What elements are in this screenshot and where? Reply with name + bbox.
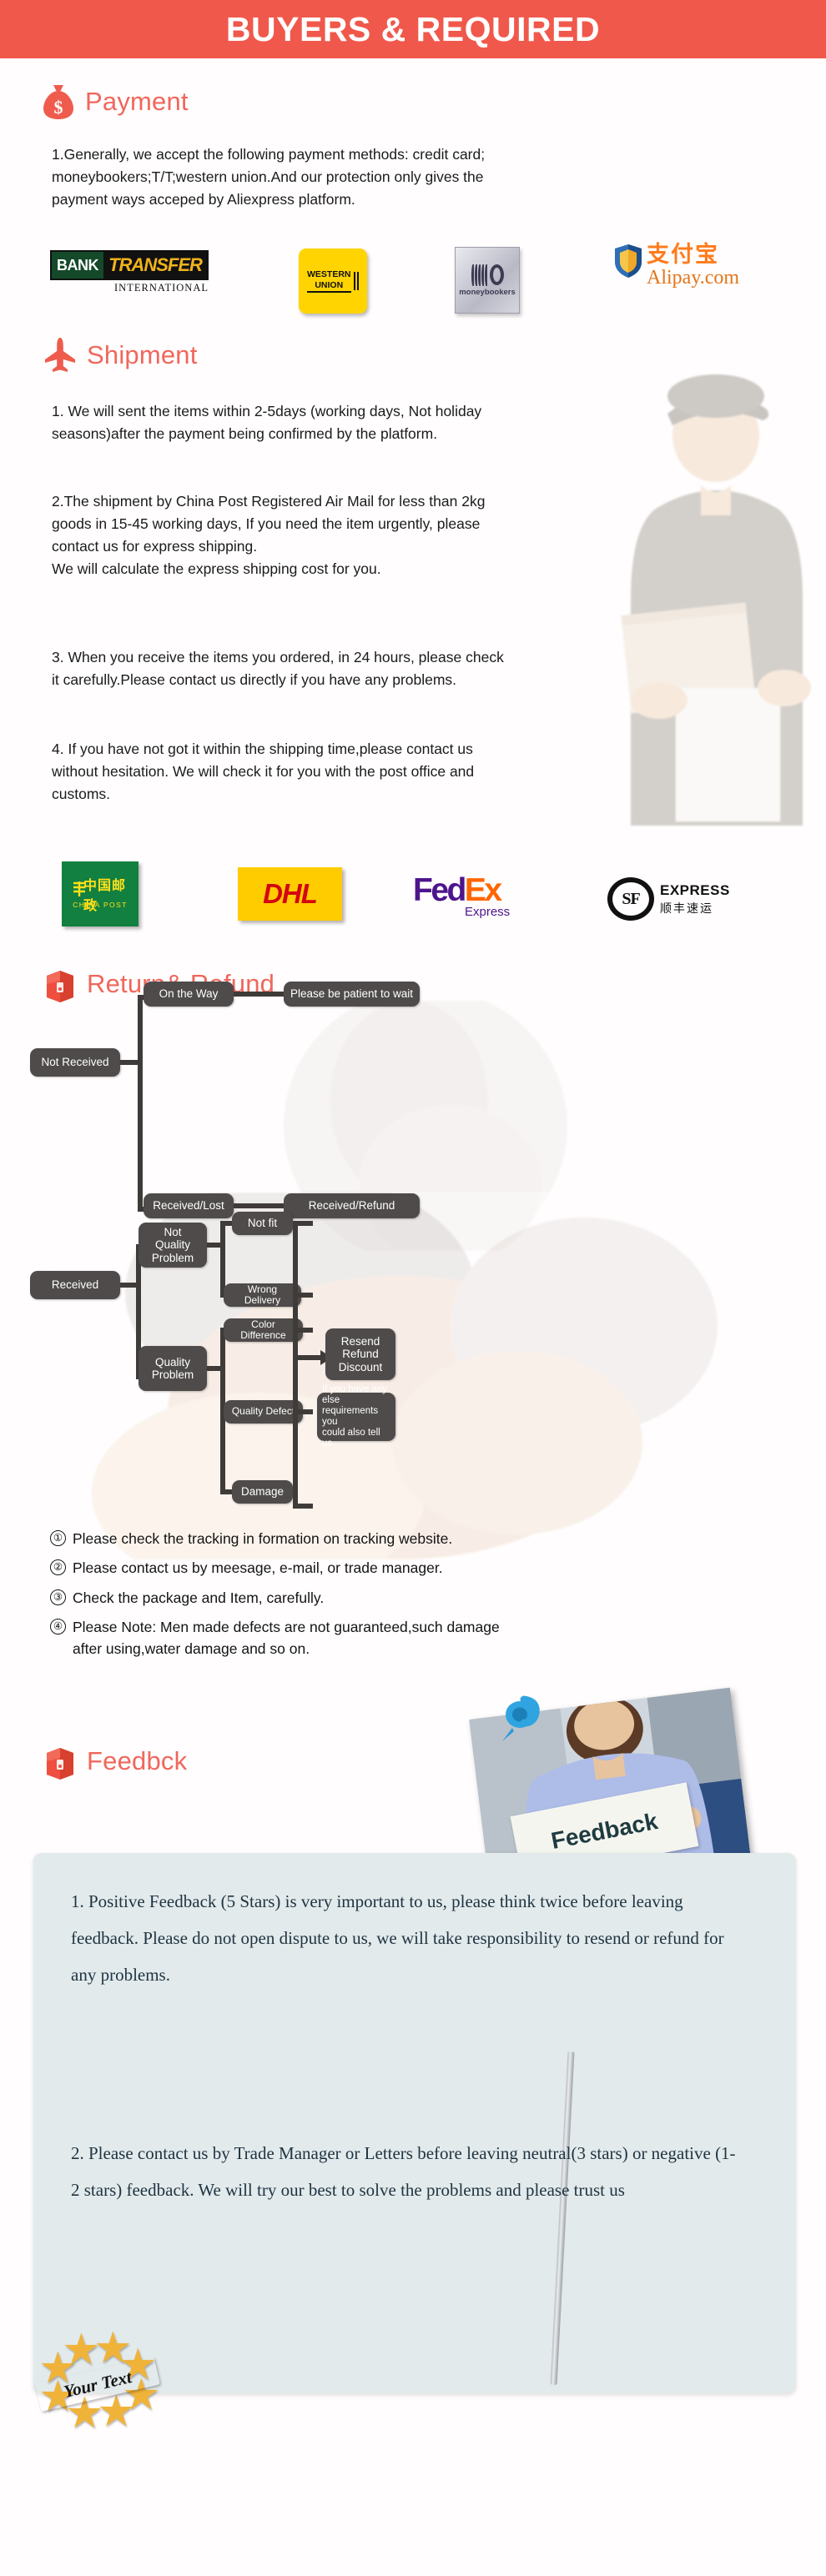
flow-node-quality-problem: Quality Problem — [139, 1346, 207, 1391]
airplane-icon — [43, 337, 77, 374]
list-marker: ② — [50, 1559, 66, 1576]
page-header-banner: BUYERS & REQUIRED — [0, 0, 826, 58]
section-title-feedback: Feedbck — [87, 1746, 188, 1775]
package-box-icon — [43, 966, 77, 1002]
shipment-paragraph-1: 1. We will sent the items within 2-5days… — [52, 403, 482, 443]
china-post-logo: 中国邮政 CHINA POST — [62, 861, 139, 926]
shipment-paragraph-3: 3. When you receive the items you ordere… — [52, 649, 504, 689]
list-item: ② Please contact us by meesage, e-mail, … — [50, 1557, 784, 1579]
list-item-text: Please contact us by meesage, e-mail, or… — [73, 1559, 443, 1577]
bank-transfer-primary: BANK — [52, 252, 103, 279]
flow-connector — [293, 1355, 323, 1360]
list-marker: ① — [50, 1530, 66, 1546]
china-post-cn: 中国邮政 — [83, 877, 127, 913]
fedex-logo: FedEx Express — [413, 874, 510, 919]
return-refund-notes-list: ① Please check the tracking in formation… — [50, 1528, 784, 1667]
feedback-paragraph-1: 1. Positive Feedback (5 Stars) is very i… — [71, 1891, 724, 1986]
dhl-logo: DHL — [238, 867, 342, 921]
section-heading-payment: $ Payment — [42, 83, 189, 120]
fedex-part1: Fed — [413, 872, 466, 908]
sf-mark-icon: SF — [607, 877, 654, 921]
flow-node-not-quality-problem: Not Quality Problem — [139, 1223, 207, 1268]
flow-node-quality-defect: Quality Defect — [224, 1400, 303, 1424]
list-item-text: Please check the tracking in formation o… — [73, 1530, 453, 1547]
flow-node-please-be-patient: Please be patient to wait — [284, 982, 420, 1007]
list-item-text: Please Note: Men made defects are not gu… — [73, 1618, 500, 1657]
payment-paragraph: 1.Generally, we accept the following pay… — [52, 146, 486, 208]
flow-node-received-refund: Received/Refund — [284, 1193, 420, 1218]
fedex-sub: Express — [465, 905, 511, 919]
your-text-star-badge: ★ ★ ★ ★ ★ ★ ★ ★ Your Text — [35, 2327, 161, 2435]
bank-transfer-logo: BANK TRANSFER INTERNATIONAL — [50, 250, 209, 294]
list-item: ③ Check the package and Item, carefully. — [50, 1587, 784, 1609]
alipay-logo: 支付宝 Alipay.com — [613, 244, 739, 288]
page-title: BUYERS & REQUIRED — [225, 9, 601, 48]
list-marker: ③ — [50, 1589, 66, 1605]
moneybookers-symbol-icon — [471, 264, 504, 286]
sf-mark-label: SF — [622, 889, 640, 908]
flow-connector — [293, 1221, 298, 1509]
fedex-part2: Ex — [464, 872, 502, 908]
list-item: ④ Please Note: Men made defects are not … — [50, 1616, 784, 1660]
section-heading-shipment: Shipment — [43, 337, 198, 374]
shipment-paragraph-4: 4. If you have not got it within the shi… — [52, 741, 475, 803]
flow-connector — [293, 1221, 313, 1226]
bank-transfer-sub: INTERNATIONAL — [114, 282, 209, 294]
package-box-icon — [43, 1743, 77, 1780]
flow-connector — [293, 1293, 313, 1298]
sf-express-logo: SF EXPRESS 顺丰速运 — [607, 877, 730, 921]
shipment-paragraph-2: 2.The shipment by China Post Registered … — [52, 493, 486, 578]
money-bag-icon: $ — [42, 83, 75, 120]
western-union-line2: UNION — [315, 279, 344, 290]
flow-node-on-the-way: On the Way — [144, 982, 234, 1007]
dhl-label: DHL — [263, 878, 318, 909]
flow-connector — [293, 1504, 313, 1509]
flow-connector — [138, 995, 143, 1212]
svg-text:$: $ — [54, 97, 63, 118]
push-pin-icon — [492, 1690, 542, 1748]
section-title-payment: Payment — [85, 87, 189, 116]
list-item-text: Check the package and Item, carefully. — [73, 1589, 325, 1606]
flow-node-not-received: Not Received — [30, 1048, 120, 1077]
flow-node-extra-requirements-note: If you have any else requirements you co… — [317, 1384, 395, 1449]
sf-cn-label: 顺丰速运 — [660, 901, 713, 916]
section-title-shipment: Shipment — [87, 340, 198, 369]
flow-node-damage: Damage — [232, 1480, 293, 1504]
moneybookers-label: moneybookers — [459, 287, 516, 297]
section-heading-feedback: Feedbck — [43, 1743, 187, 1780]
list-item: ① Please check the tracking in formation… — [50, 1528, 784, 1549]
flow-node-resend-refund-discount: Resend Refund Discount — [325, 1328, 395, 1380]
alipay-en-label: Alipay.com — [647, 267, 740, 289]
feedback-sign-label: Feedback — [549, 1807, 660, 1855]
sf-en-label: EXPRESS — [660, 881, 730, 898]
flow-node-received: Received — [30, 1271, 120, 1299]
list-marker: ④ — [50, 1618, 66, 1634]
flow-node-color-difference: Color Difference — [224, 1318, 303, 1342]
western-union-line1: WESTERN — [307, 269, 351, 280]
flow-connector — [293, 1409, 313, 1414]
western-union-logo: WESTERN UNION — [299, 249, 367, 314]
flow-node-wrong-delivery: Wrong Delivery — [224, 1283, 301, 1307]
feedback-paragraph-2: 2. Please contact us by Trade Manager or… — [71, 2143, 736, 2201]
moneybookers-logo: moneybookers — [455, 247, 520, 314]
western-union-bars-icon — [353, 272, 359, 290]
flow-node-received-lost: Received/Lost — [144, 1193, 234, 1218]
bank-transfer-secondary: TRANSFER — [103, 252, 207, 279]
alipay-shield-icon — [613, 244, 643, 279]
flow-connector — [293, 1328, 313, 1333]
flow-node-not-fit: Not fit — [232, 1212, 293, 1235]
alipay-cn-label: 支付宝 — [647, 242, 719, 268]
